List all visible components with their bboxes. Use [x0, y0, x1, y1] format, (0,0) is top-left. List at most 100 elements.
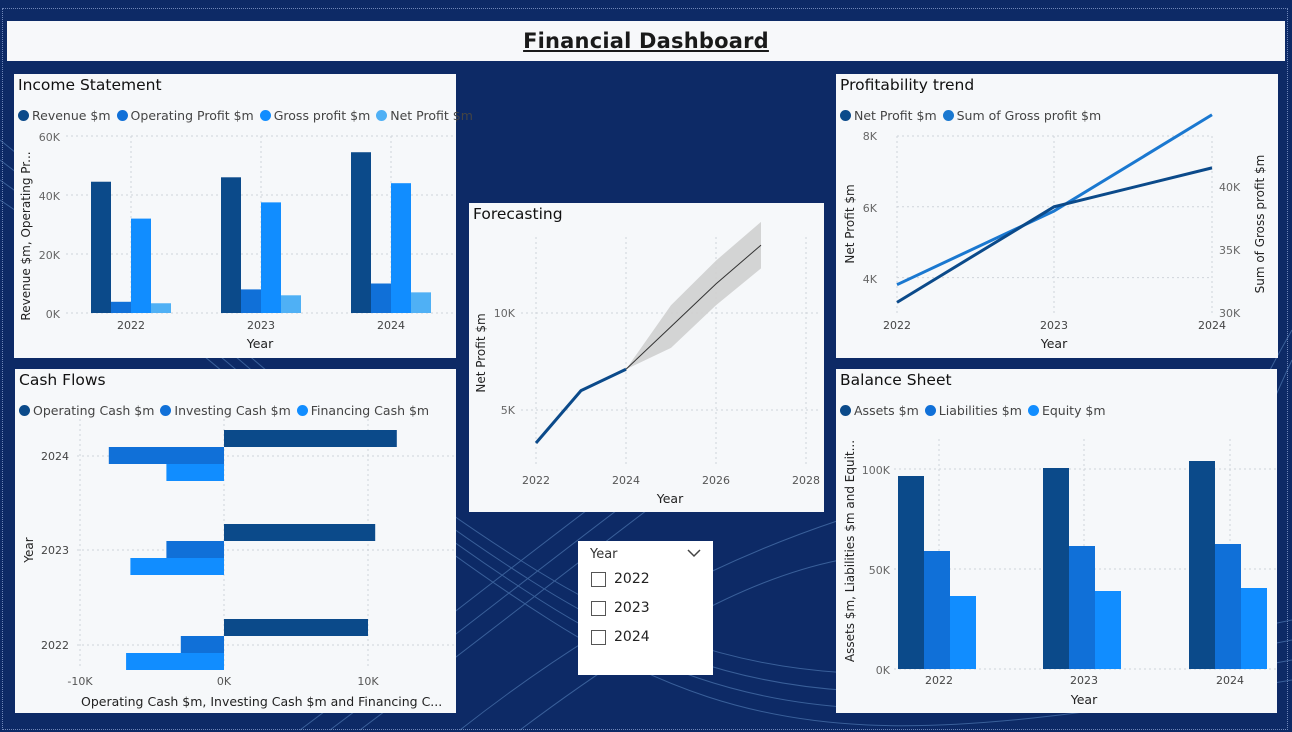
cashflows-ytick: 2023: [41, 544, 69, 557]
forecast-xtick-0: 2022: [522, 474, 550, 487]
balance-bar: [1215, 544, 1241, 669]
cashflows-ylabel: Year: [22, 537, 36, 563]
cashflows-xtick-2: 10K: [357, 675, 379, 688]
checkbox[interactable]: [591, 571, 606, 587]
cashflow-bar: [108, 447, 224, 464]
dashboard-title: Financial Dashboard: [523, 29, 769, 53]
balance-sheet-card[interactable]: Balance Sheet Assets $m Liabilities $m E…: [836, 369, 1277, 713]
profit-xtick: 2022: [883, 319, 911, 332]
forecast-chart: 5K 10K 2022 2024 2026 2028 Net Profit $m…: [474, 221, 821, 506]
income-bar: [151, 303, 171, 313]
cashflow-bar: [224, 524, 376, 541]
income-xtick: 2024: [377, 319, 405, 332]
cashflows-chart: -10K 0K 10K Year Operating Cash $m, Inve…: [22, 419, 456, 709]
chevron-down-icon[interactable]: [687, 546, 701, 562]
cash-flows-card[interactable]: Cash Flows Operating Cash $m Investing C…: [15, 369, 456, 713]
profit-ytick-left-0: 4K: [863, 273, 878, 286]
balance-bar: [1095, 591, 1121, 669]
profit-ytick-right-1: 35K: [1219, 244, 1241, 257]
cashflow-bar: [180, 636, 224, 653]
cashflow-bar: [126, 653, 224, 670]
balance-bar: [1043, 468, 1069, 669]
profit-ytick-right-2: 40K: [1219, 181, 1241, 194]
income-xtick: 2022: [117, 319, 145, 332]
income-chart: 0K 20K 40K 60K Revenue $m, Operating Pr.…: [19, 131, 456, 351]
income-bar: [241, 289, 261, 313]
forecast-xtick-2: 2026: [702, 474, 730, 487]
cashflow-bar: [224, 619, 368, 636]
checkbox[interactable]: [591, 629, 606, 645]
income-statement-card[interactable]: Income Statement Revenue $m Operating Pr…: [14, 74, 473, 358]
profit-line-gross: [896, 113, 1213, 287]
forecast-xtick-3: 2028: [792, 474, 820, 487]
income-bar: [351, 152, 371, 313]
profit-chart: 4K 6K 8K 30K 35K 40K Net Profit $m Sum o…: [843, 113, 1267, 351]
cashflows-ytick: 2022: [41, 639, 69, 652]
forecast-confidence-band: [626, 221, 761, 370]
balance-bar: [1069, 546, 1095, 669]
profitability-trend-card[interactable]: Profitability trend Net Profit $m Sum of…: [836, 74, 1278, 358]
balance-bar: [898, 476, 924, 669]
income-bar: [91, 181, 111, 313]
income-bar: [411, 292, 431, 313]
forecast-ylabel: Net Profit $m: [474, 313, 488, 392]
income-bar: [261, 202, 281, 313]
forecast-ytick-1: 10K: [494, 307, 516, 320]
income-ytick-1: 20K: [39, 249, 61, 262]
cashflows-xtick-1: 0K: [217, 675, 232, 688]
balance-bar: [924, 551, 950, 669]
balance-ytick-1: 50K: [869, 564, 891, 577]
balance-ytick-0: 0K: [876, 664, 891, 677]
balance-bar: [950, 596, 976, 669]
balance-xtick: 2024: [1216, 674, 1244, 687]
title-bar: Financial Dashboard: [7, 21, 1285, 61]
year-slicer[interactable]: Year 2022 2023 2024: [578, 541, 713, 675]
profit-ytick-left-1: 6K: [863, 202, 878, 215]
cashflows-xlabel: Operating Cash $m, Investing Cash $m and…: [81, 694, 442, 709]
income-xlabel: Year: [246, 336, 274, 351]
forecast-xtick-1: 2024: [612, 474, 640, 487]
profit-ytick-left-2: 8K: [863, 130, 878, 143]
income-bar: [111, 301, 131, 313]
checkbox[interactable]: [591, 600, 606, 616]
income-ytick-3: 60K: [39, 131, 61, 144]
slicer-option-2024[interactable]: 2024: [591, 629, 650, 645]
slicer-label: Year: [590, 547, 618, 562]
slicer-option-2022[interactable]: 2022: [591, 571, 650, 587]
forecasting-card[interactable]: Forecasting 5K 10K 2022 2024 2026 2028 N…: [469, 203, 824, 512]
income-ytick-2: 40K: [39, 190, 61, 203]
slicer-option-label: 2023: [614, 600, 650, 616]
forecast-xlabel: Year: [656, 491, 684, 506]
income-bar: [221, 177, 241, 313]
balance-xtick: 2023: [1070, 674, 1098, 687]
cashflows-ytick: 2024: [41, 450, 69, 463]
balance-ytick-2: 100K: [862, 464, 891, 477]
income-bar: [131, 218, 151, 313]
cashflow-bar: [224, 430, 397, 447]
income-bar: [281, 295, 301, 313]
profit-xlabel: Year: [1040, 336, 1068, 351]
balance-chart: 0K 50K 100K Assets $m, Liabilities $m an…: [843, 439, 1277, 707]
balance-bar: [1189, 461, 1215, 669]
income-bar: [391, 183, 411, 313]
cashflow-bar: [166, 541, 224, 558]
slicer-option-2023[interactable]: 2023: [591, 600, 650, 616]
profit-ylabel-left: Net Profit $m: [843, 184, 857, 263]
forecast-ytick-0: 5K: [501, 404, 516, 417]
income-xtick: 2023: [247, 319, 275, 332]
balance-xtick: 2022: [925, 674, 953, 687]
profit-ylabel-right: Sum of Gross profit $m: [1253, 155, 1267, 294]
profit-xtick: 2023: [1040, 319, 1068, 332]
cashflows-xtick-0: -10K: [67, 675, 93, 688]
balance-xlabel: Year: [1070, 692, 1098, 707]
balance-ylabel: Assets $m, Liabilities $m and Equit...: [843, 440, 857, 662]
income-ylabel: Revenue $m, Operating Pr...: [19, 151, 33, 320]
cashflow-bar: [130, 558, 224, 575]
income-ytick-0: 0K: [46, 308, 61, 321]
actual-line: [534, 367, 627, 444]
profit-xtick: 2024: [1198, 319, 1226, 332]
income-bar: [371, 283, 391, 313]
balance-bar: [1241, 588, 1267, 669]
slicer-option-label: 2022: [614, 571, 650, 587]
cashflow-bar: [166, 464, 224, 481]
